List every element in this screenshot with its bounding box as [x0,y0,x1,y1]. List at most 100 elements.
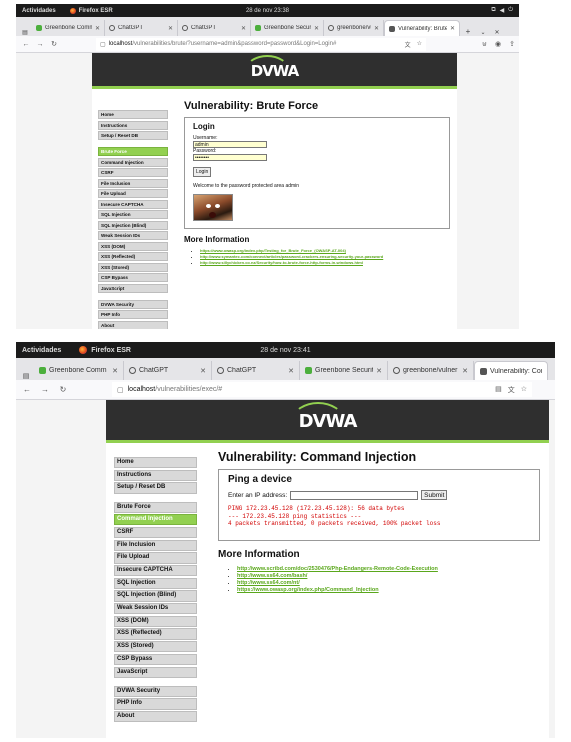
close-icon[interactable]: ✕ [200,367,206,375]
tab[interactable]: ChatGPT ✕ [105,20,178,36]
sidebar-item[interactable]: CSP Bypass [114,653,197,665]
tab[interactable]: Greenbone Comm ✕ [34,361,124,380]
close-icon[interactable]: ✕ [314,25,319,32]
close-window-icon[interactable]: ✕ [490,29,504,36]
activities-button[interactable]: Actividades [22,347,61,354]
sidebar-item[interactable]: SQL Injection (Blind) [98,220,168,230]
close-icon[interactable]: ✕ [241,25,246,32]
reference-link[interactable]: http://www.ss64.com/bash/ [237,573,307,579]
back-icon[interactable]: ← [20,385,34,394]
sidebar-item[interactable]: Setup / Reset DB [114,482,197,494]
reference-link[interactable]: https://www.owasp.org/index.php/Testing_… [200,248,346,253]
tab-active[interactable]: Vulnerability: Brute ✕ [384,20,460,36]
reload-icon[interactable]: ↻ [56,385,70,394]
tab-active[interactable]: Vulnerability: Com [474,361,548,380]
close-icon[interactable]: ✕ [450,25,455,32]
extensions-icon[interactable]: ⇪ [509,40,515,48]
tab[interactable]: greenbone/vulner✕ [324,20,384,36]
sidebar-item[interactable]: Instructions [98,120,168,130]
sidebar-item[interactable]: CSRF [98,168,168,177]
sidebar-item[interactable]: Command Injection [114,514,197,526]
sidebar-item[interactable]: Home [98,110,168,119]
sidebar-item[interactable]: Weak Session IDs [98,231,168,240]
sidebar-item[interactable]: Instructions [114,469,197,481]
tab[interactable]: Greenbone Securit ✕ [251,20,324,36]
url-bar[interactable]: ▢ localhost/vulnerabilities/exec/# ▤ 文 ☆ [112,382,532,397]
sidebar-item[interactable]: XSS (Reflected) [98,252,168,261]
new-tab-icon[interactable]: + [460,27,476,36]
sidebar-item[interactable]: SQL Injection (Blind) [114,590,197,602]
back-icon[interactable]: ← [20,41,32,48]
chevron-down-icon[interactable]: ⌄ [476,29,490,36]
close-icon[interactable]: ✕ [168,25,173,32]
tab[interactable]: Greenbone Securit ✕ [300,361,388,380]
username-input[interactable]: admin [193,141,267,148]
sidebar-item[interactable]: JavaScript [114,666,197,678]
url-bar[interactable]: ▢ localhost/vulnerabilities/brute/?usern… [96,37,426,51]
sidebar-item[interactable]: About [98,320,168,329]
tab[interactable]: ChatGPT ✕ [178,20,251,36]
close-icon[interactable]: ✕ [374,25,379,32]
sidebar-item[interactable]: XSS (Stored) [98,262,168,272]
close-icon[interactable]: ✕ [112,367,118,375]
sidebar-item[interactable]: CSRF [114,526,197,539]
sidebar-item[interactable]: File Inclusion [98,178,168,188]
close-icon[interactable]: ✕ [95,25,100,32]
reference-link[interactable]: http://www.scribd.com/doc/2530476/Php-En… [237,566,438,572]
tab-list-icon[interactable]: ▤ [18,372,34,380]
sidebar-item[interactable]: Brute Force [98,147,168,156]
tab[interactable]: ChatGPT ✕ [124,361,212,380]
close-icon[interactable]: ✕ [462,367,468,375]
sidebar-item[interactable]: PHP Info [114,698,197,710]
tab[interactable]: greenbone/vulner✕ [388,361,474,380]
firefox-app-menu[interactable]: Firefox ESR [69,7,113,14]
sidebar-item[interactable]: Brute Force [114,501,197,513]
activities-button[interactable]: Actividades [22,8,56,14]
sidebar-item[interactable]: File Upload [114,552,197,564]
sidebar-item[interactable]: PHP Info [98,310,168,319]
tab[interactable]: ChatGPT ✕ [212,361,300,380]
reference-link[interactable]: http://www.sillychicken.co.nz/Security/h… [200,260,363,265]
tab[interactable]: Greenbone Comm ✕ [32,20,105,36]
sidebar-item[interactable]: File Upload [98,189,168,198]
firefox-app-menu[interactable]: Firefox ESR [79,346,131,354]
account-icon[interactable]: ◉ [495,40,501,48]
reference-link[interactable]: http://www.symantec.com/connect/articles… [200,254,383,259]
sidebar-item[interactable]: Command Injection [98,157,168,167]
system-tray[interactable]: ⧉ ◀ ⏻ [491,7,513,14]
sidebar-item[interactable]: File Inclusion [114,539,197,551]
sidebar-item[interactable]: Setup / Reset DB [98,131,168,140]
pocket-icon[interactable]: ⊍ [482,40,487,48]
bookmark-star-icon[interactable]: ☆ [417,40,422,49]
sidebar-item[interactable]: XSS (DOM) [98,241,168,251]
close-icon[interactable]: ✕ [376,367,382,375]
sidebar-item[interactable]: Weak Session IDs [114,603,197,615]
login-button[interactable]: Login [193,167,212,177]
reference-link[interactable]: https://www.owasp.org/index.php/Command_… [237,587,379,593]
translate-icon[interactable]: 文 [508,385,515,395]
reference-link[interactable]: http://www.ss64.com/nt/ [237,580,300,586]
sidebar-item[interactable]: Insecure CAPTCHA [98,199,168,209]
translate-icon[interactable]: 文 [405,40,411,49]
sidebar-item[interactable]: SQL Injection [98,210,168,219]
forward-icon[interactable]: → [34,41,46,48]
sidebar-item[interactable]: SQL Injection [114,577,197,589]
sidebar-item[interactable]: JavaScript [98,283,168,293]
sidebar-item[interactable]: Home [114,457,197,469]
reader-view-icon[interactable]: ▤ [495,385,502,395]
sidebar-item[interactable]: About [114,711,197,723]
sidebar-item[interactable]: XSS (Reflected) [114,628,197,640]
submit-button[interactable]: Submit [421,490,448,500]
bookmark-star-icon[interactable]: ☆ [521,385,527,395]
reload-icon[interactable]: ↻ [48,40,60,48]
sidebar-item[interactable]: CSP Bypass [98,273,168,282]
sidebar-item[interactable]: DVWA Security [114,685,197,697]
password-input[interactable]: •••••••• [193,154,267,161]
tab-list-icon[interactable]: ▤ [18,29,32,36]
close-icon[interactable]: ✕ [288,367,294,375]
ip-address-input[interactable] [290,490,419,500]
forward-icon[interactable]: → [38,385,52,394]
sidebar-item[interactable]: Insecure CAPTCHA [114,565,197,577]
sidebar-item[interactable]: XSS (Stored) [114,641,197,653]
sidebar-item[interactable]: XSS (DOM) [114,615,197,627]
